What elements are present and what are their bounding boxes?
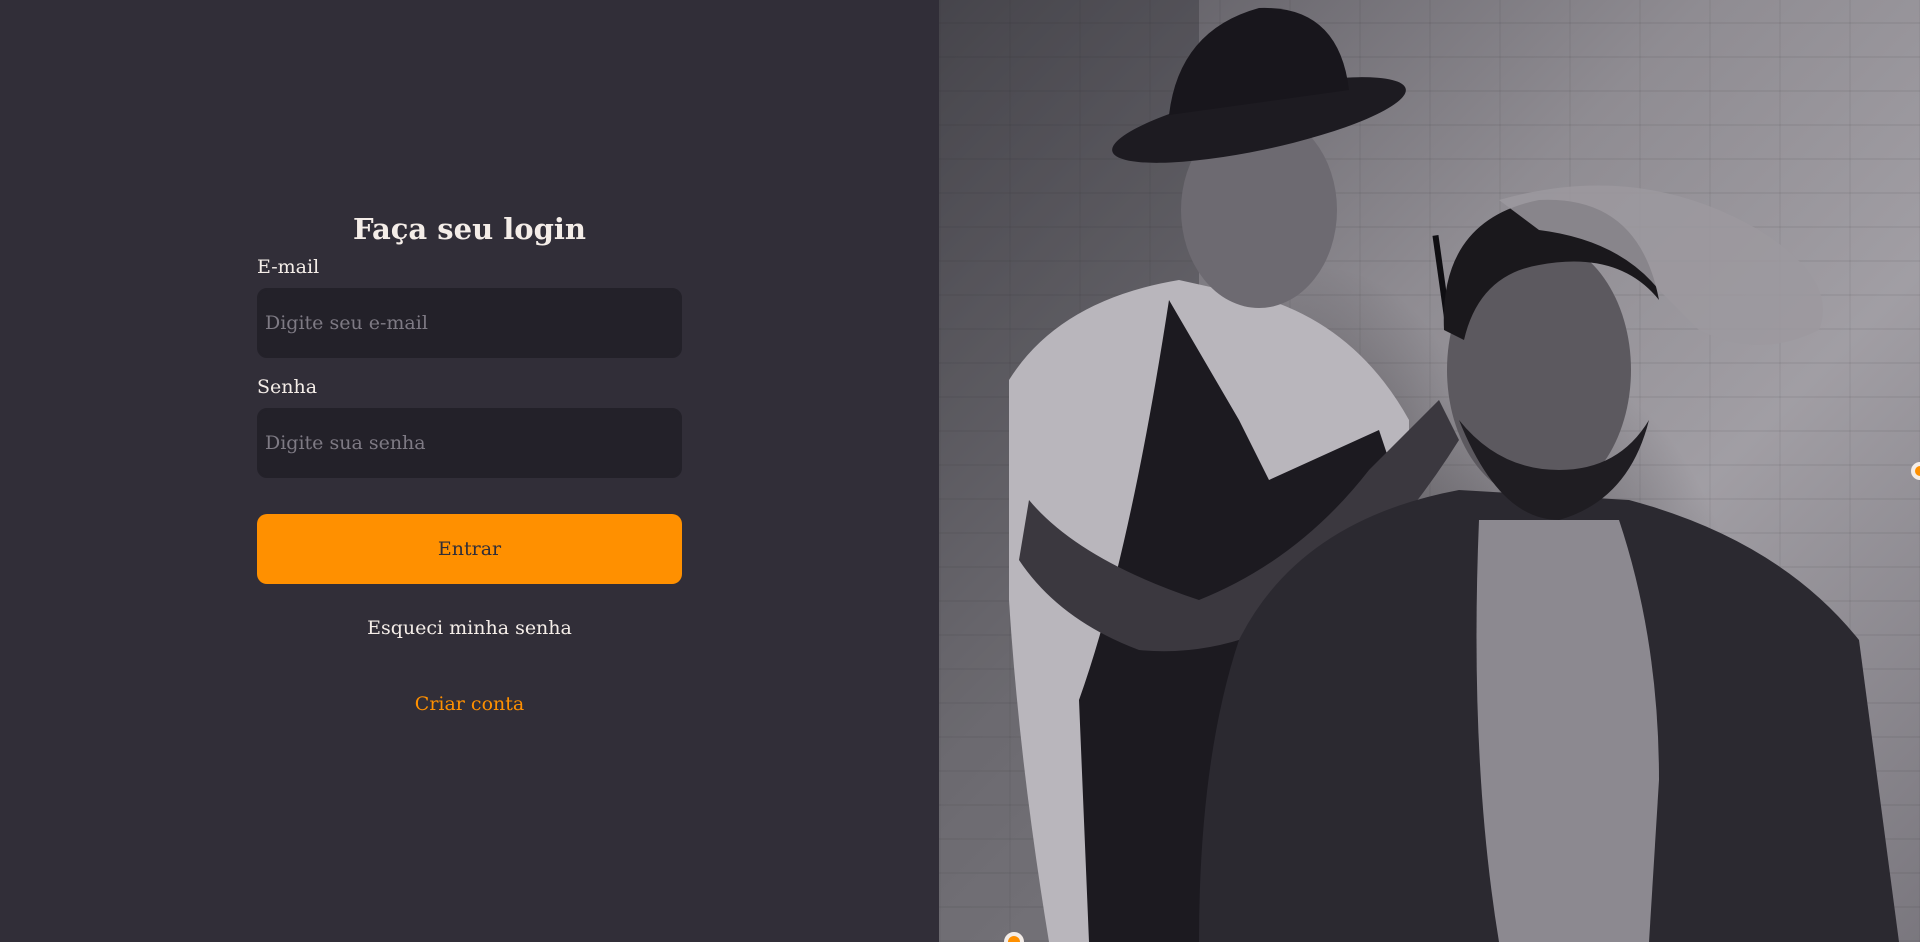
create-account-link[interactable]: Criar conta — [257, 690, 682, 718]
login-submit-button[interactable]: Entrar — [257, 514, 682, 584]
login-form: Faça seu login E-mail Senha Entrar Esque… — [257, 205, 682, 718]
password-label: Senha — [257, 376, 318, 398]
login-title: Faça seu login — [352, 212, 587, 246]
barber-scene-illustration — [939, 0, 1899, 942]
email-input[interactable] — [265, 312, 674, 334]
forgot-password-link[interactable]: Esqueci minha senha — [257, 614, 682, 642]
password-field-container — [257, 408, 682, 478]
email-label: E-mail — [257, 256, 320, 278]
login-panel: Faça seu login E-mail Senha Entrar Esque… — [0, 0, 939, 942]
hero-image — [939, 0, 1920, 942]
login-page: Faça seu login E-mail Senha Entrar Esque… — [0, 0, 1920, 942]
email-field-container — [257, 288, 682, 358]
password-input[interactable] — [265, 432, 674, 454]
